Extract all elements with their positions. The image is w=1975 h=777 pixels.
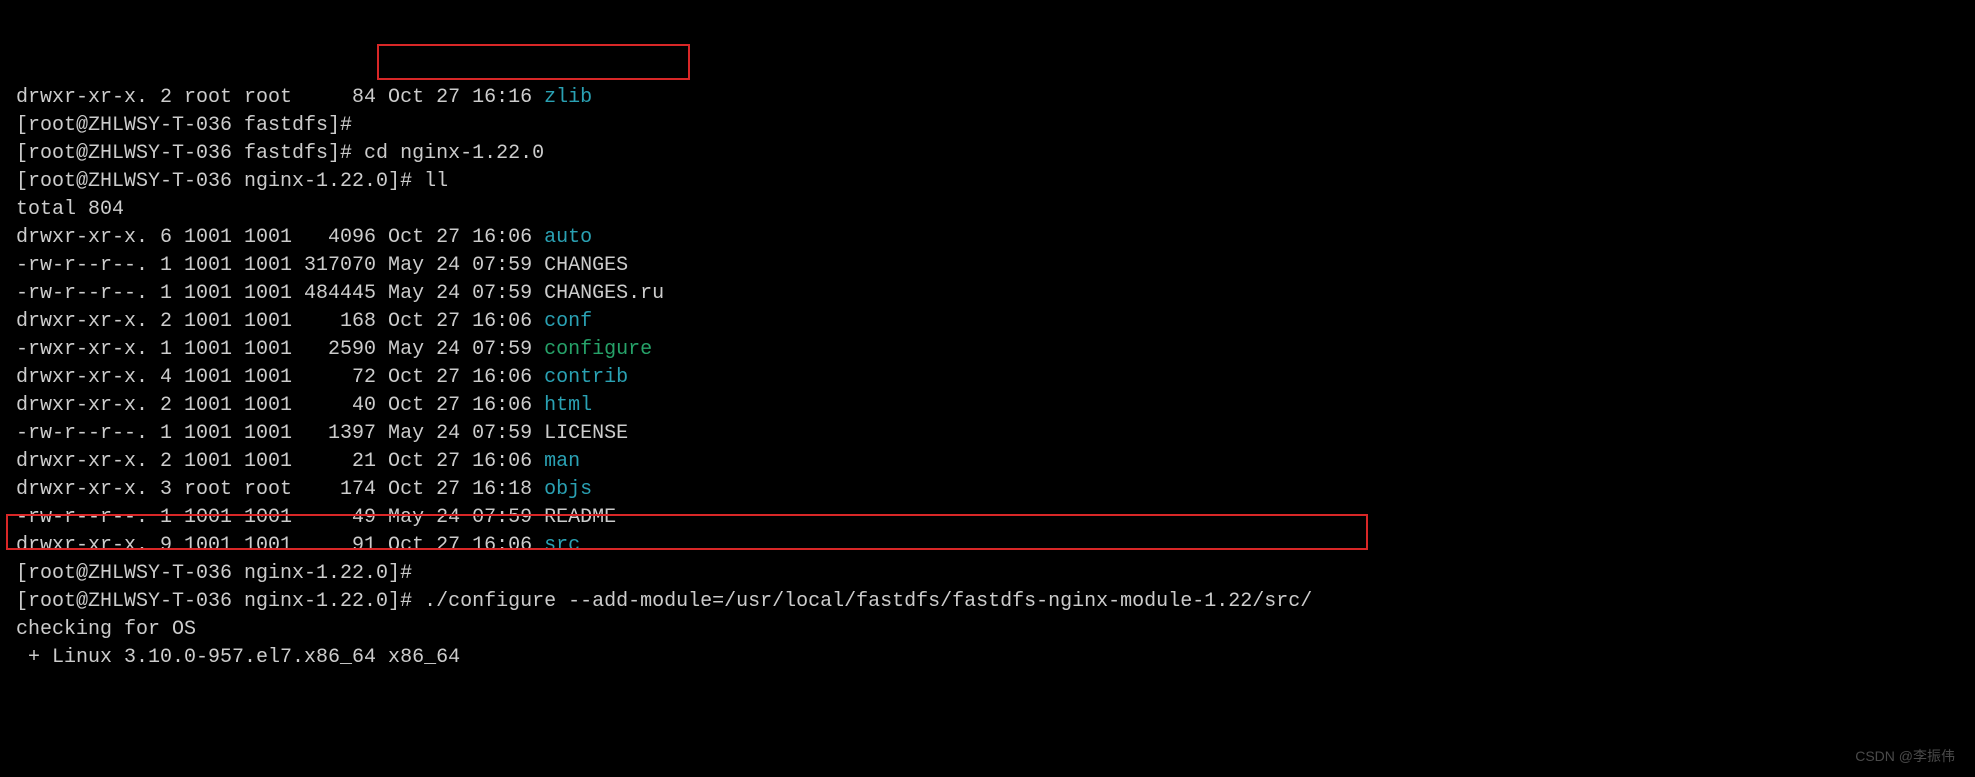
terminal-line: drwxr-xr-x. 2 1001 1001 168 Oct 27 16:06… [16,308,1959,336]
terminal-text: objs [544,478,592,501]
terminal-line: [root@ZHLWSY-T-036 nginx-1.22.0]# ./conf… [16,588,1959,616]
terminal-text: zlib [544,86,592,109]
terminal-text: -rwxr-xr-x. 1 1001 1001 2590 May 24 07:5… [16,338,544,361]
terminal-text: -rw-r--r--. 1 1001 1001 484445 May 24 07… [16,282,664,305]
terminal-line: drwxr-xr-x. 9 1001 1001 91 Oct 27 16:06 … [16,532,1959,560]
terminal-line: -rw-r--r--. 1 1001 1001 1397 May 24 07:5… [16,420,1959,448]
terminal-text: checking for OS [16,618,196,641]
terminal-line: -rwxr-xr-x. 1 1001 1001 2590 May 24 07:5… [16,336,1959,364]
terminal-text: [root@ZHLWSY-T-036 fastdfs]# cd nginx-1.… [16,142,544,165]
terminal-output[interactable]: drwxr-xr-x. 2 root root 84 Oct 27 16:16 … [0,0,1975,676]
terminal-text: + Linux 3.10.0-957.el7.x86_64 x86_64 [16,646,460,669]
terminal-text: drwxr-xr-x. 2 1001 1001 21 Oct 27 16:06 [16,450,544,473]
terminal-text: -rw-r--r--. 1 1001 1001 317070 May 24 07… [16,254,628,277]
highlight-box-cd [377,44,690,80]
terminal-line: drwxr-xr-x. 2 1001 1001 21 Oct 27 16:06 … [16,448,1959,476]
terminal-line: [root@ZHLWSY-T-036 fastdfs]# cd nginx-1.… [16,140,1959,168]
terminal-text: [root@ZHLWSY-T-036 nginx-1.22.0]# ll [16,170,448,193]
terminal-line: -rw-r--r--. 1 1001 1001 49 May 24 07:59 … [16,504,1959,532]
terminal-line: drwxr-xr-x. 2 1001 1001 40 Oct 27 16:06 … [16,392,1959,420]
terminal-text: configure [544,338,652,361]
terminal-text: [root@ZHLWSY-T-036 fastdfs]# [16,114,364,137]
terminal-text: drwxr-xr-x. 2 1001 1001 40 Oct 27 16:06 [16,394,544,417]
terminal-line: drwxr-xr-x. 2 root root 84 Oct 27 16:16 … [16,84,1959,112]
terminal-text: total 804 [16,198,124,221]
terminal-text: -rw-r--r--. 1 1001 1001 49 May 24 07:59 … [16,506,616,529]
watermark-text: CSDN @李振伟 [1855,747,1955,767]
terminal-text: src [544,534,580,557]
terminal-line: [root@ZHLWSY-T-036 nginx-1.22.0]# [16,560,1959,588]
terminal-text: contrib [544,366,628,389]
terminal-text: drwxr-xr-x. 3 root root 174 Oct 27 16:18 [16,478,544,501]
terminal-line: [root@ZHLWSY-T-036 nginx-1.22.0]# ll [16,168,1959,196]
terminal-line: drwxr-xr-x. 6 1001 1001 4096 Oct 27 16:0… [16,224,1959,252]
terminal-text: -rw-r--r--. 1 1001 1001 1397 May 24 07:5… [16,422,628,445]
terminal-text: drwxr-xr-x. 4 1001 1001 72 Oct 27 16:06 [16,366,544,389]
terminal-text: drwxr-xr-x. 2 1001 1001 168 Oct 27 16:06 [16,310,544,333]
terminal-text: [root@ZHLWSY-T-036 nginx-1.22.0]# ./conf… [16,590,1312,613]
terminal-line: checking for OS [16,616,1959,644]
terminal-line: + Linux 3.10.0-957.el7.x86_64 x86_64 [16,644,1959,672]
terminal-text: conf [544,310,592,333]
terminal-text: drwxr-xr-x. 9 1001 1001 91 Oct 27 16:06 [16,534,544,557]
terminal-line: -rw-r--r--. 1 1001 1001 317070 May 24 07… [16,252,1959,280]
terminal-text: drwxr-xr-x. 2 root root 84 Oct 27 16:16 [16,86,544,109]
terminal-text: drwxr-xr-x. 6 1001 1001 4096 Oct 27 16:0… [16,226,544,249]
terminal-text: man [544,450,580,473]
terminal-text: auto [544,226,592,249]
terminal-line: drwxr-xr-x. 4 1001 1001 72 Oct 27 16:06 … [16,364,1959,392]
terminal-line: drwxr-xr-x. 3 root root 174 Oct 27 16:18… [16,476,1959,504]
terminal-text: html [544,394,592,417]
terminal-line: -rw-r--r--. 1 1001 1001 484445 May 24 07… [16,280,1959,308]
terminal-line: total 804 [16,196,1959,224]
terminal-line: [root@ZHLWSY-T-036 fastdfs]# [16,112,1959,140]
terminal-text: [root@ZHLWSY-T-036 nginx-1.22.0]# [16,562,424,585]
